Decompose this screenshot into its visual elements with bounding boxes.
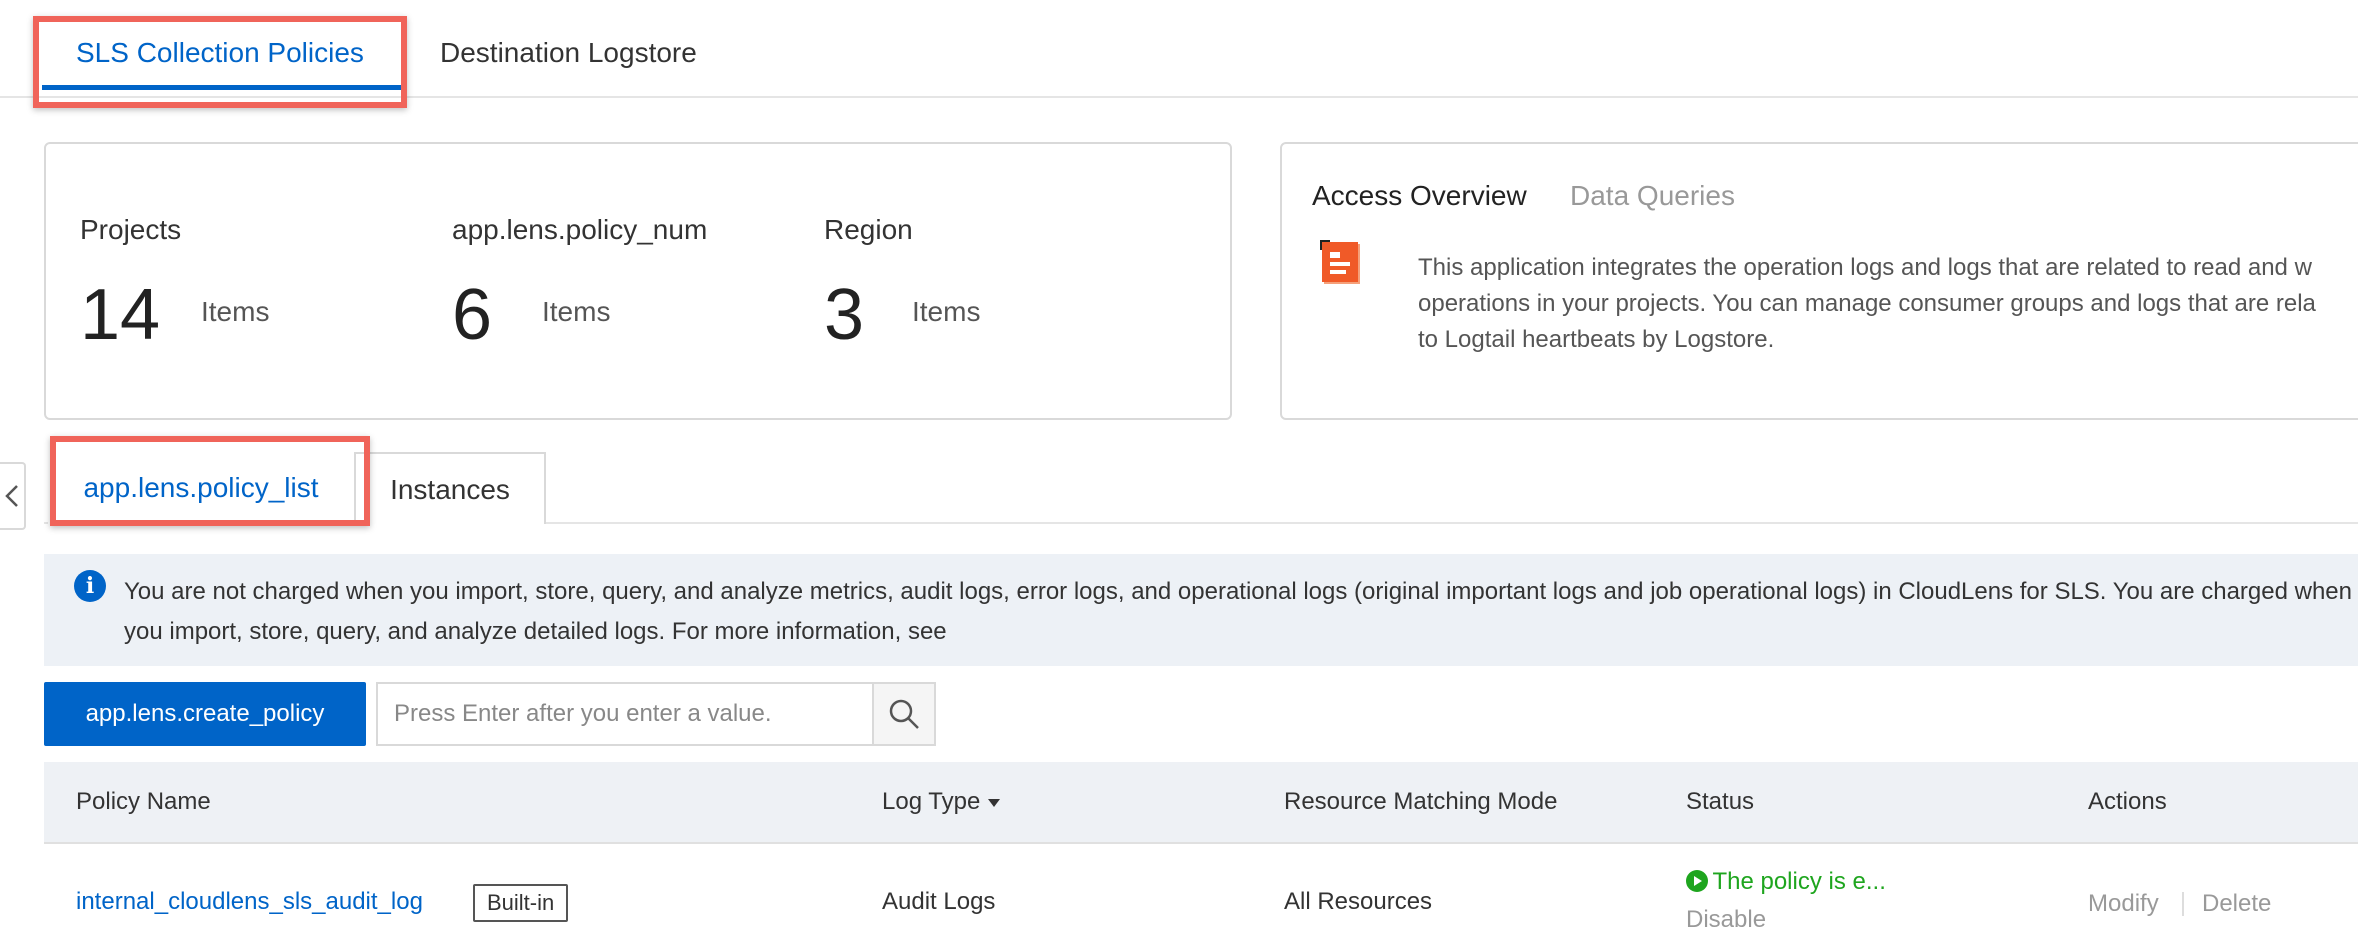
document-icon <box>1318 240 1370 292</box>
overview-description: This application integrates the operatio… <box>1418 250 2358 358</box>
column-header-label: Log Type <box>882 788 981 815</box>
stat-label-projects: Projects <box>80 214 182 245</box>
info-icon: i <box>74 570 106 602</box>
column-header-log-type[interactable]: Log Type <box>882 762 1001 842</box>
play-circle-icon <box>1686 870 1708 892</box>
highlight-box <box>50 436 370 526</box>
overview-line: to Logtail heartbeats by Logstore. <box>1418 326 1775 353</box>
billing-notice: i You are not charged when you import, s… <box>44 554 2358 666</box>
column-header-resource-matching-mode: Resource Matching Mode <box>1284 788 1558 815</box>
chevron-left-icon <box>5 485 18 507</box>
stat-unit-policy-num: Items <box>542 296 611 327</box>
stat-unit-projects: Items <box>201 296 270 327</box>
table-row: internal_cloudlens_sls_audit_log Built-i… <box>44 844 2358 944</box>
stat-unit-region: Items <box>912 296 981 327</box>
column-header-policy-name: Policy Name <box>76 788 211 815</box>
column-header-status: Status <box>1686 788 1755 815</box>
table-header: Policy Name Log Type Resource Matching M… <box>44 762 2358 844</box>
create-policy-button[interactable]: app.lens.create_policy <box>44 682 366 746</box>
sort-down-icon[interactable] <box>987 798 1001 808</box>
tab-access-overview[interactable]: Access Overview <box>1312 180 1527 212</box>
collapse-sidebar-button[interactable] <box>0 462 26 530</box>
notice-text: You are not charged when you import, sto… <box>124 578 2353 645</box>
delete-link[interactable]: Delete <box>2202 890 2271 918</box>
search-button[interactable] <box>872 682 936 746</box>
modify-link[interactable]: Modify <box>2088 890 2159 918</box>
overview-card: Access Overview Data Queries This applic… <box>1280 142 2358 420</box>
resource-mode-cell: All Resources <box>1284 888 1433 915</box>
stat-label-policy-num: app.lens.policy_num <box>452 214 708 245</box>
column-header-actions: Actions <box>2088 788 2167 815</box>
log-type-cell: Audit Logs <box>882 888 996 915</box>
tab-instances[interactable]: Instances <box>354 452 546 524</box>
action-divider <box>2182 892 2184 916</box>
search-input[interactable] <box>376 682 874 746</box>
disable-link[interactable]: Disable <box>1686 906 1766 934</box>
stat-value-region: 3 <box>824 275 865 355</box>
tab-destination-logstore[interactable]: Destination Logstore <box>440 18 697 94</box>
search-icon <box>889 699 919 729</box>
built-in-badge: Built-in <box>473 884 569 922</box>
highlight-box <box>33 16 407 108</box>
stats-card: Projects 14 Items app.lens.policy_num 6 … <box>44 142 1232 420</box>
stat-value-projects: 14 <box>80 275 161 355</box>
stat-label-region: Region <box>824 214 913 245</box>
status-text: The policy is e... <box>1712 868 1886 895</box>
policy-name-link[interactable]: internal_cloudlens_sls_audit_log <box>76 888 423 916</box>
status-cell: The policy is e... <box>1686 868 1886 896</box>
overview-line: operations in your projects. You can man… <box>1418 290 2316 317</box>
overview-line: This application integrates the operatio… <box>1418 254 2312 281</box>
tab-data-queries[interactable]: Data Queries <box>1570 180 1735 212</box>
stat-value-policy-num: 6 <box>452 275 493 355</box>
